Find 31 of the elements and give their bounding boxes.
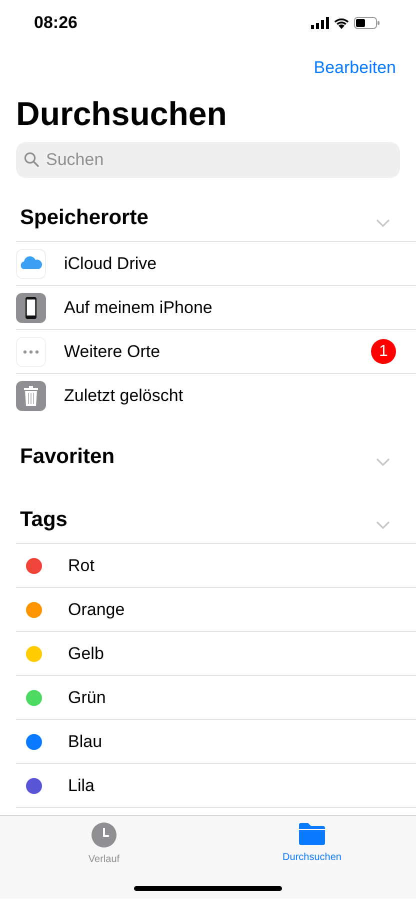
signal-icon — [311, 16, 329, 28]
phone-icon — [16, 292, 46, 322]
tab[interactable]: Durchsuchen — [208, 816, 416, 899]
tag-row[interactable]: Gelb — [16, 631, 416, 675]
chevron-icon[interactable] — [376, 219, 390, 227]
search-field[interactable]: Suchen — [16, 142, 400, 178]
section-title: Favoriten — [20, 444, 115, 470]
location-row[interactable]: Weitere Orte 1 — [16, 329, 416, 373]
clock-icon — [91, 822, 117, 848]
status-time: 08:26 — [34, 12, 78, 34]
tag-row[interactable]: Grün — [16, 675, 416, 719]
section-title: Speicherorte — [20, 204, 148, 230]
wifi-icon — [333, 16, 350, 28]
folder-icon — [298, 822, 326, 846]
more-icon — [16, 336, 46, 366]
tag-row[interactable]: Lila — [16, 763, 416, 807]
location-row[interactable]: Auf meinem iPhone — [16, 285, 416, 329]
chevron-icon[interactable] — [376, 458, 390, 466]
page-title: Durchsuchen — [15, 94, 228, 134]
section-title: Tags — [20, 506, 68, 532]
edit-link[interactable]: Bearbeiten — [314, 54, 396, 80]
tag-row[interactable]: Rot — [16, 543, 416, 587]
tag-row[interactable]: Blau — [16, 719, 416, 763]
trash-icon — [16, 380, 46, 410]
battery-icon — [354, 16, 380, 28]
notification-count: 1 — [371, 339, 396, 364]
cloud-icon — [16, 248, 46, 278]
location-row[interactable]: Zuletzt gelöscht — [16, 373, 416, 417]
chevron-icon[interactable] — [376, 521, 390, 529]
location-row[interactable]: iCloud Drive — [16, 241, 416, 285]
tag-row[interactable]: Orange — [16, 587, 416, 631]
